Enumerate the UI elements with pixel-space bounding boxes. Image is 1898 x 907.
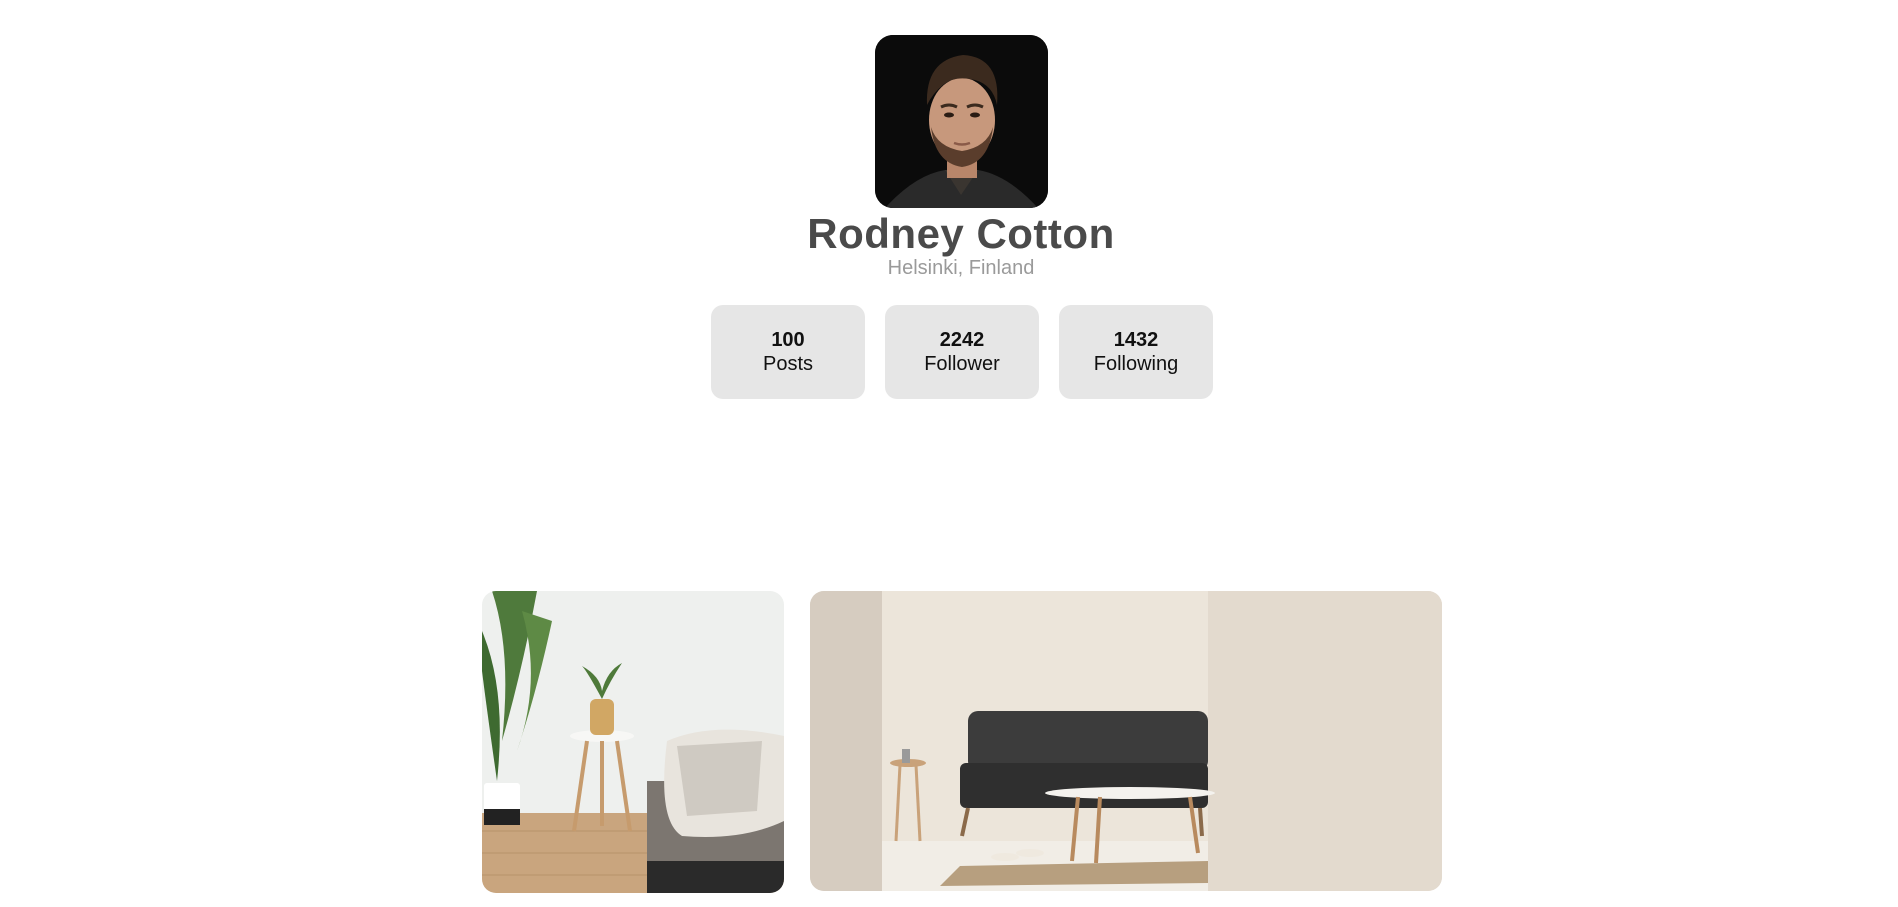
- gallery-photo-bedroom[interactable]: [482, 591, 784, 893]
- gallery-photo-living-room[interactable]: [810, 591, 1442, 891]
- profile-location: Helsinki, Finland: [887, 257, 1035, 279]
- stat-following[interactable]: 1432 Following: [1059, 305, 1213, 399]
- stat-posts-label: Posts: [762, 353, 814, 375]
- stat-posts-value: 100: [771, 329, 805, 351]
- stat-following-label: Following: [1093, 353, 1179, 375]
- stat-posts[interactable]: 100 Posts: [711, 305, 865, 399]
- stat-follower-value: 2242: [939, 329, 985, 351]
- living-room-photo-icon: [810, 591, 1442, 891]
- avatar[interactable]: [875, 35, 1048, 208]
- bedroom-photo-icon: [482, 591, 784, 893]
- stats-row: 100 Posts 2242 Follower 1432 Following: [711, 305, 1213, 399]
- profile-name: Rodney Cotton: [807, 210, 1115, 257]
- stat-following-value: 1432: [1113, 329, 1159, 351]
- stat-follower[interactable]: 2242 Follower: [885, 305, 1039, 399]
- portrait-photo-icon: [875, 35, 1048, 208]
- stat-follower-label: Follower: [924, 353, 1000, 375]
